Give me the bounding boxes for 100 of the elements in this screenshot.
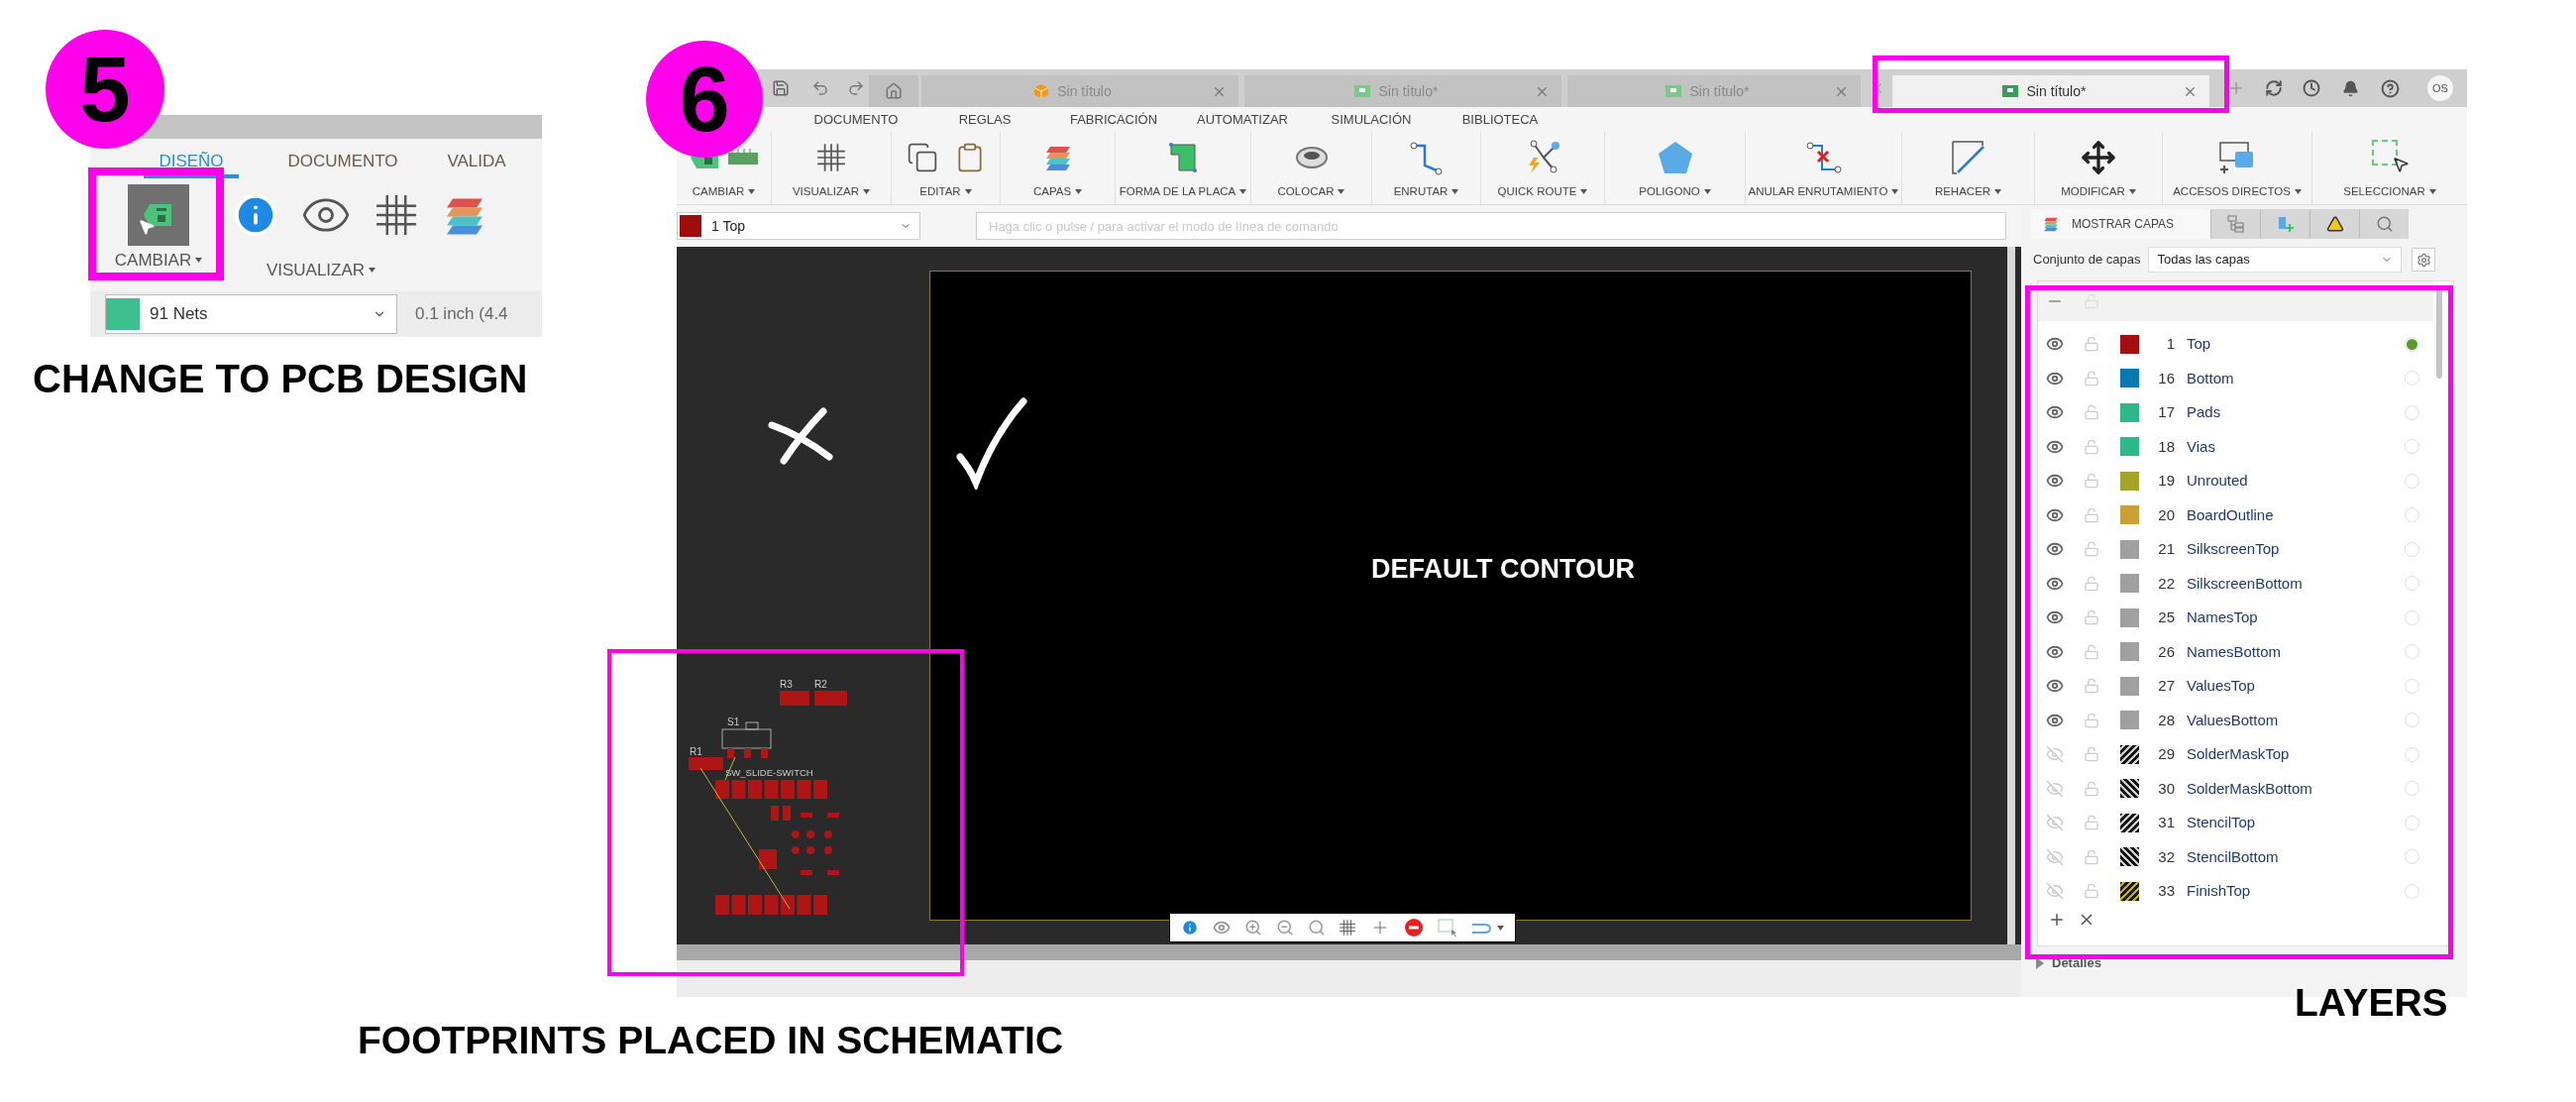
- lock-icon[interactable]: [2084, 541, 2099, 558]
- lock-icon[interactable]: [2084, 370, 2099, 386]
- active-layer-radio[interactable]: [2405, 404, 2419, 420]
- user-avatar[interactable]: OS: [2427, 75, 2453, 101]
- scrollbar-thumb[interactable]: [2436, 287, 2442, 379]
- lock-icon[interactable]: [2084, 815, 2099, 831]
- lock-icon[interactable]: [2084, 643, 2099, 660]
- ribbon-tab[interactable]: VALIDA: [447, 149, 506, 178]
- active-layer-radio[interactable]: [2405, 644, 2419, 660]
- ribbon-tab[interactable]: FABRICACIÓN: [1049, 109, 1178, 130]
- tool-group-button[interactable]: VISUALIZAR: [792, 182, 871, 200]
- hidden-eye-icon[interactable]: [2046, 882, 2064, 901]
- tool-group-button[interactable]: FORMA DE LA PLACA: [1119, 182, 1247, 200]
- active-layer-radio[interactable]: [2405, 713, 2419, 728]
- active-layer-radio[interactable]: [2405, 849, 2419, 865]
- tool-group-button[interactable]: POLIGONO: [1639, 182, 1711, 200]
- help-icon[interactable]: [2381, 78, 2400, 98]
- tool-group-button[interactable]: REHACER: [1934, 182, 2002, 200]
- lock-icon[interactable]: [2084, 746, 2099, 763]
- layer-row[interactable]: 22 SilkscreenBottom: [2038, 566, 2429, 601]
- ribbon-tab[interactable]: SIMULACIÓN: [1307, 109, 1436, 130]
- select-area-icon[interactable]: [1438, 918, 1458, 937]
- tool-group-button[interactable]: ENRUTAR: [1393, 182, 1459, 200]
- clock-icon[interactable]: [2303, 79, 2320, 97]
- settings-button[interactable]: [2412, 248, 2436, 272]
- layer-row[interactable]: 27 ValuesTop: [2038, 669, 2429, 704]
- ribbon-tab[interactable]: REGLAS: [920, 109, 1049, 130]
- layer-row[interactable]: 18 Vias: [2038, 429, 2429, 464]
- ribbon-tab[interactable]: AUTOMATIZAR: [1178, 109, 1307, 130]
- hidden-eye-icon[interactable]: [2046, 779, 2064, 798]
- active-layer-radio[interactable]: [2405, 439, 2419, 455]
- tool-group-button[interactable]: CAPAS: [1032, 182, 1083, 200]
- layer-row[interactable]: 26 NamesBottom: [2038, 634, 2429, 669]
- lock-icon[interactable]: [2084, 609, 2099, 626]
- layer-dropdown[interactable]: 1 Top: [677, 212, 920, 240]
- lock-icon[interactable]: [2084, 506, 2099, 523]
- eye-icon[interactable]: [1212, 919, 1231, 937]
- lock-icon[interactable]: [2084, 678, 2099, 695]
- document-tab[interactable]: Sin título*: [1892, 75, 2209, 107]
- layer-row[interactable]: 17 Pads: [2038, 395, 2429, 430]
- ribbon-tab[interactable]: DOCUMENTO: [792, 109, 920, 130]
- layer-row[interactable]: 28 ValuesBottom: [2038, 703, 2429, 737]
- add-part-icon[interactable]: [2276, 215, 2295, 233]
- layer-row[interactable]: 1 Top: [2038, 327, 2429, 362]
- active-layer-radio[interactable]: [2405, 371, 2419, 386]
- layer-row[interactable]: 21 SilkscreenTop: [2038, 532, 2429, 567]
- lock-icon[interactable]: [2084, 883, 2099, 900]
- layer-row[interactable]: 19 Unrouted: [2038, 464, 2429, 498]
- tool-group-button[interactable]: ANULAR ENRUTAMIENTO: [1748, 182, 1899, 200]
- tool-group-button[interactable]: CAMBIAR: [692, 182, 756, 200]
- layer-row[interactable]: 16 Bottom: [2038, 361, 2429, 395]
- lock-icon[interactable]: [2084, 575, 2099, 592]
- hidden-eye-icon[interactable]: [2046, 847, 2064, 866]
- active-layer-radio[interactable]: [2405, 576, 2419, 592]
- layer-row[interactable]: 30 SolderMaskBottom: [2038, 771, 2429, 806]
- zoom-out-icon[interactable]: [1275, 919, 1294, 937]
- tool-group-button[interactable]: QUICK ROUTE: [1497, 182, 1588, 200]
- save-icon[interactable]: [772, 79, 790, 97]
- ribbon-tab[interactable]: BIBLIOTECA: [1436, 109, 1564, 130]
- hidden-eye-icon[interactable]: [2046, 814, 2064, 832]
- tool-group-button[interactable]: EDITAR: [919, 182, 972, 200]
- expand-arrow-icon[interactable]: [2036, 957, 2044, 969]
- active-layer-radio[interactable]: [2405, 609, 2419, 625]
- tree-icon[interactable]: [2226, 215, 2245, 233]
- refresh-icon[interactable]: [2265, 79, 2283, 97]
- layer-row[interactable]: 20 BoardOutline: [2038, 497, 2429, 532]
- stop-icon[interactable]: [1404, 918, 1425, 937]
- tool-group-button[interactable]: SELECCIONAR: [2343, 182, 2436, 200]
- active-layer-radio[interactable]: [2405, 507, 2419, 523]
- layer-set-dropdown[interactable]: Todas las capas: [2148, 247, 2403, 273]
- inspect-icon[interactable]: [2375, 215, 2394, 233]
- tool-group-button[interactable]: MODIFICAR: [2061, 182, 2136, 200]
- active-layer-radio[interactable]: [2405, 336, 2419, 352]
- zoom-in-icon[interactable]: [1243, 919, 1262, 937]
- bell-icon[interactable]: [2342, 79, 2359, 97]
- redo-icon[interactable]: [847, 79, 865, 97]
- layer-row[interactable]: 32 StencilBottom: [2038, 839, 2429, 874]
- tool-group-button[interactable]: ACCESOS DIRECTOS: [2173, 182, 2302, 200]
- scrollbar[interactable]: [2007, 247, 2015, 944]
- active-layer-radio[interactable]: [2405, 883, 2419, 899]
- panel-tab[interactable]: MOSTRAR CAPAS: [2030, 209, 2210, 239]
- lock-icon[interactable]: [2084, 780, 2099, 797]
- active-layer-radio[interactable]: [2405, 678, 2419, 694]
- ribbon-tab[interactable]: DOCUMENTO: [273, 149, 412, 178]
- nets-dropdown[interactable]: 91 Nets: [105, 294, 397, 334]
- layer-row[interactable]: 31 StencilTop: [2038, 806, 2429, 840]
- lock-icon[interactable]: [2084, 404, 2099, 421]
- lock-icon[interactable]: [2084, 438, 2099, 455]
- tool-group-button[interactable]: COLOCAR: [1277, 182, 1345, 200]
- lock-icon[interactable]: [2084, 336, 2099, 353]
- switch-button[interactable]: [128, 184, 189, 246]
- active-layer-radio[interactable]: [2405, 815, 2419, 830]
- layer-row[interactable]: 25 NamesTop: [2038, 601, 2429, 635]
- active-layer-radio[interactable]: [2405, 541, 2419, 557]
- layer-row[interactable]: 29 SolderMaskTop: [2038, 737, 2429, 772]
- layer-row[interactable]: 33 FinishTop: [2038, 874, 2429, 909]
- lock-icon[interactable]: [2084, 848, 2099, 865]
- new-tab-icon[interactable]: [2227, 79, 2245, 97]
- undo-icon[interactable]: [811, 79, 829, 97]
- info-icon[interactable]: [233, 192, 278, 238]
